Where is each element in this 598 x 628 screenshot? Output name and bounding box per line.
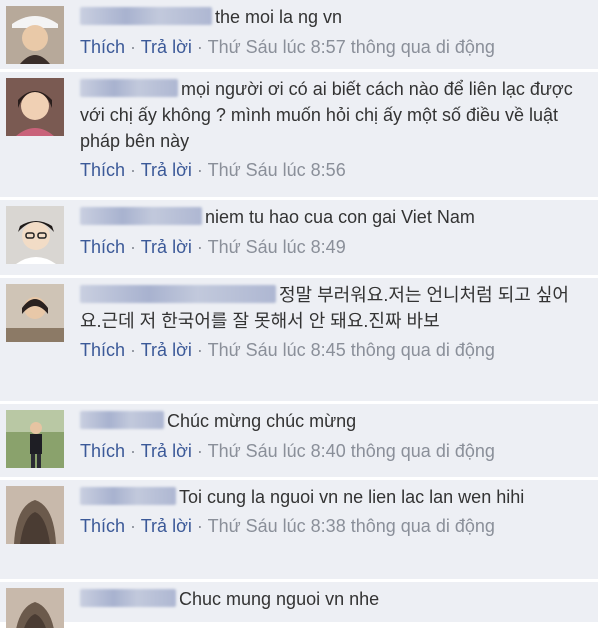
separator-dot: · xyxy=(196,441,203,461)
like-link[interactable]: Thích xyxy=(80,441,125,461)
comment-timestamp[interactable]: Thứ Sáu lúc 8:40 xyxy=(208,441,346,461)
like-link[interactable]: Thích xyxy=(80,37,125,57)
via-mobile-label: thông qua di động xyxy=(350,516,495,536)
user-avatar-icon[interactable] xyxy=(6,588,64,628)
commenter-name[interactable] xyxy=(80,207,202,226)
separator-dot: · xyxy=(196,160,203,180)
comment-text: the moi la ng vn xyxy=(215,7,343,27)
separator-dot: · xyxy=(130,516,137,536)
reply-link[interactable]: Trả lời xyxy=(141,237,192,257)
comment-item: niem tu hao cua con gai Viet Nam Thích ·… xyxy=(0,200,598,276)
separator-dot: · xyxy=(196,516,203,536)
comment-text: Chúc mừng chúc mừng xyxy=(167,411,357,431)
commenter-name[interactable] xyxy=(80,7,212,26)
comment-item: mọi người ơi có ai biết cách nào để liên… xyxy=(0,72,598,198)
separator-dot: · xyxy=(130,340,137,360)
separator-dot: · xyxy=(130,441,137,461)
user-avatar-icon[interactable] xyxy=(6,206,64,264)
user-avatar-icon[interactable] xyxy=(6,78,64,136)
comment-timestamp[interactable]: Thứ Sáu lúc 8:38 xyxy=(208,516,346,536)
separator-dot: · xyxy=(130,37,137,57)
comment-timestamp[interactable]: Thứ Sáu lúc 8:57 xyxy=(208,37,346,57)
comment-timestamp[interactable]: Thứ Sáu lúc 8:45 xyxy=(208,340,346,360)
comment-item: Chúc mừng chúc mừng Thích · Trả lời · Th… xyxy=(0,404,598,478)
user-avatar-icon[interactable] xyxy=(6,410,64,468)
comment-text: niem tu hao cua con gai Viet Nam xyxy=(205,207,475,227)
via-mobile-label: thông qua di động xyxy=(350,340,495,360)
reply-link[interactable]: Trả lời xyxy=(141,160,192,180)
separator-dot: · xyxy=(130,160,137,180)
user-avatar-icon[interactable] xyxy=(6,486,64,544)
reply-link[interactable]: Trả lời xyxy=(141,516,192,536)
commenter-name[interactable] xyxy=(80,411,164,430)
commenter-name[interactable] xyxy=(80,79,178,98)
comment-item: Chuc mung nguoi vn nhe xyxy=(0,582,598,628)
like-link[interactable]: Thích xyxy=(80,160,125,180)
like-link[interactable]: Thích xyxy=(80,237,125,257)
comment-item: Toi cung la nguoi vn ne lien lac lan wen… xyxy=(0,480,598,580)
comment-item: the moi la ng vn Thích · Trả lời · Thứ S… xyxy=(0,0,598,70)
commenter-name[interactable] xyxy=(80,285,276,304)
comment-text: Chuc mung nguoi vn nhe xyxy=(179,589,380,609)
comment-timestamp[interactable]: Thứ Sáu lúc 8:49 xyxy=(208,237,346,257)
comment-text: Toi cung la nguoi vn ne lien lac lan wen… xyxy=(179,487,525,507)
like-link[interactable]: Thích xyxy=(80,340,125,360)
reply-link[interactable]: Trả lời xyxy=(141,340,192,360)
commenter-name[interactable] xyxy=(80,589,176,608)
via-mobile-label: thông qua di động xyxy=(350,441,495,461)
separator-dot: · xyxy=(196,37,203,57)
separator-dot: · xyxy=(130,237,137,257)
separator-dot: · xyxy=(196,340,203,360)
like-link[interactable]: Thích xyxy=(80,516,125,536)
reply-link[interactable]: Trả lời xyxy=(141,37,192,57)
user-avatar-icon[interactable] xyxy=(6,284,64,342)
user-avatar-icon[interactable] xyxy=(6,6,64,64)
reply-link[interactable]: Trả lời xyxy=(141,441,192,461)
separator-dot: · xyxy=(196,237,203,257)
via-mobile-label: thông qua di động xyxy=(350,37,495,57)
comment-item: 정말 부러워요.저는 언니처럼 되고 싶어요.근데 저 한국어를 잘 못해서 안… xyxy=(0,278,598,402)
comment-timestamp[interactable]: Thứ Sáu lúc 8:56 xyxy=(208,160,346,180)
commenter-name[interactable] xyxy=(80,487,176,506)
comment-list: the moi la ng vn Thích · Trả lời · Thứ S… xyxy=(0,0,598,628)
